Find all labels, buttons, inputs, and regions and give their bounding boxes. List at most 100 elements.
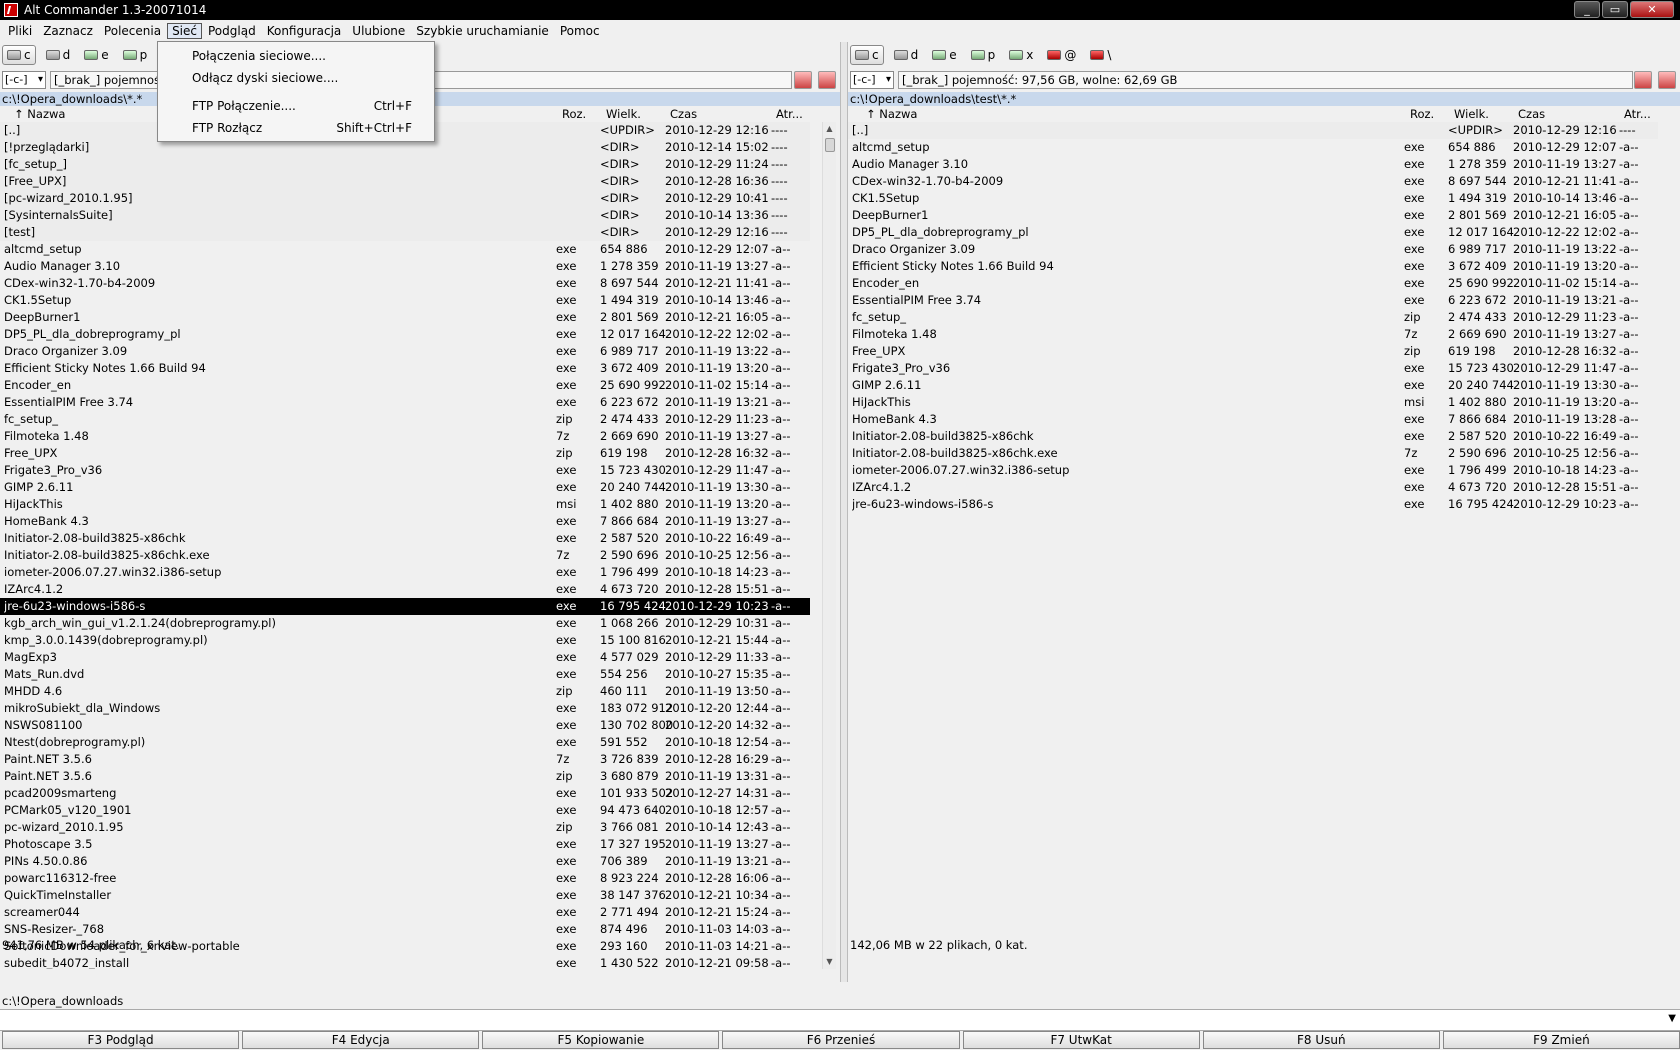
file-row[interactable]: jre-6u23-windows-i586-s exe 16 795 424 2010… [0, 598, 810, 615]
file-row[interactable]: altcmd_setup exe 654 886 2010-12-29 12:07 -a… [0, 241, 810, 258]
file-row[interactable]: kmp_3.0.0.1439(dobreprogramy.pl) exe 15 10… [0, 632, 810, 649]
file-row[interactable]: Free_UPX zip 619 198 2010-12-28 16:32 -a-- [848, 343, 1658, 360]
file-row[interactable]: HiJackThis msi 1 402 880 2010-11-19 13:20 -a… [0, 496, 810, 513]
column-attr-header[interactable]: Atr... [1624, 107, 1651, 121]
file-row[interactable]: Encoder_en exe 25 690 992 2010-11-02 15:14-… [848, 275, 1658, 292]
drive-button-6[interactable]: \ [1086, 45, 1115, 65]
file-row[interactable]: [fc_setup_] <DIR> 2010-12-29 11:24 ---- [0, 156, 810, 173]
file-row[interactable]: kgb_arch_win_gui_v1.2.1.24(dobreprogramy… [0, 615, 810, 632]
file-row[interactable]: EssentialPIM Free 3.74 exe 6 223 672 2010-1… [0, 394, 810, 411]
file-row[interactable]: [pc-wizard_2010.1.95] <DIR> 2010-12-29 10:… [0, 190, 810, 207]
drive-button-3[interactable]: p [967, 45, 1000, 65]
drive-button-3[interactable]: p [119, 45, 152, 65]
file-row[interactable]: NSWS081100 exe 130 702 800 2010-12-20 14:32… [0, 717, 810, 734]
file-row[interactable]: HomeBank 4.3 exe 7 866 684 2010-11-19 13:27… [0, 513, 810, 530]
file-row[interactable]: pcad2009smarteng exe 101 933 502 2010-12-27… [0, 785, 810, 802]
column-size-header[interactable]: Wielk. [606, 107, 641, 121]
file-row[interactable]: [SysinternalsSuite] <DIR> 2010-10-14 13:36… [0, 207, 810, 224]
file-row[interactable]: Initiator-2.08-build3825-x86chk.exe 7z 2 5… [848, 445, 1658, 462]
file-row[interactable]: Frigate3_Pro_v36 exe 15 723 430 2010-12-29 … [0, 462, 810, 479]
menu-4[interactable]: Podgląd [203, 23, 261, 39]
file-row[interactable]: iometer-2006.07.27.win32.i386-setup exe 1 … [0, 564, 810, 581]
file-row[interactable]: [Free_UPX] <DIR> 2010-12-28 16:36 ---- [0, 173, 810, 190]
column-name-header[interactable]: ↑ Nazwa [866, 107, 917, 121]
file-row[interactable]: IZArc4.1.2 exe 4 673 720 2010-12-28 15:51 -a… [848, 479, 1658, 496]
file-row[interactable]: CDex-win32-1.70-b4-2009 exe 8 697 544 2010-… [848, 173, 1658, 190]
file-row[interactable]: Initiator-2.08-build3825-x86chk exe 2 587 … [0, 530, 810, 547]
menu-0[interactable]: Pliki [3, 23, 37, 39]
file-row[interactable]: Filmoteka 1.48 7z 2 669 690 2010-11-19 13:2… [848, 326, 1658, 343]
left-file-list[interactable]: ▲ ▼ [..] <UPDIR> 2010-12-29 12:16 ---- [!prz… [0, 122, 840, 969]
file-row[interactable]: [..] <UPDIR> 2010-12-29 12:16 ---- [848, 122, 1658, 139]
file-row[interactable]: PINs 4.50.0.86 exe 706 389 2010-11-19 13:21… [0, 853, 810, 870]
menu-3[interactable]: Sieć [167, 23, 202, 39]
drive-button-0[interactable]: c [850, 45, 884, 65]
menu-1[interactable]: Zaznacz [38, 23, 98, 39]
file-row[interactable]: fc_setup_ zip 2 474 433 2010-12-29 11:23 -a-… [848, 309, 1658, 326]
right-file-list[interactable]: [..] <UPDIR> 2010-12-29 12:16 ---- altcmd_se… [848, 122, 1680, 969]
file-row[interactable]: CK1.5Setup exe 1 494 319 2010-10-14 13:46 -a… [848, 190, 1658, 207]
file-row[interactable]: Photoscape 3.5 exe 17 327 195 2010-11-19 13… [0, 836, 810, 853]
column-ext-header[interactable]: Roz. [1410, 107, 1434, 121]
left-scrollbar[interactable]: ▲ ▼ [822, 122, 836, 969]
menu-8[interactable]: Pomoc [555, 23, 605, 39]
menu-item-ftp-disconnect[interactable]: FTP Rozłącz Shift+Ctrl+F [158, 117, 434, 139]
file-row[interactable]: CDex-win32-1.70-b4-2009 exe 8 697 544 2010-… [0, 275, 810, 292]
file-row[interactable]: HomeBank 4.3 exe 7 866 684 2010-11-19 13:28… [848, 411, 1658, 428]
menu-5[interactable]: Konfiguracja [262, 23, 347, 39]
right-root-button[interactable] [1634, 71, 1652, 89]
fkey-button-6[interactable]: F6 Przenieś [722, 1031, 960, 1049]
file-row[interactable]: DeepBurner1 exe 2 801 569 2010-12-21 16:05-… [0, 309, 810, 326]
file-row[interactable]: Free_UPX zip 619 198 2010-12-28 16:32 -a-- [0, 445, 810, 462]
drive-button-2[interactable]: e [80, 45, 112, 65]
fkey-button-3[interactable]: F3 Podgląd [2, 1031, 240, 1049]
file-row[interactable]: Efficient Sticky Notes 1.66 Build 94 exe 3… [0, 360, 810, 377]
fkey-button-4[interactable]: F4 Edycja [242, 1031, 480, 1049]
chevron-down-icon[interactable]: ▼ [1668, 1013, 1676, 1024]
file-row[interactable]: MHDD 4.6 zip 460 111 2010-11-19 13:50 -a-- [0, 683, 810, 700]
menu-item-disconnect-network-drives[interactable]: Odłącz dyski sieciowe.... [158, 67, 434, 89]
menu-item-network-connections[interactable]: Połączenia sieciowe.... [158, 45, 434, 67]
file-row[interactable]: HiJackThis msi 1 402 880 2010-11-19 13:20 -a… [848, 394, 1658, 411]
file-row[interactable]: powarc116312-free exe 8 923 224 2010-12-28 … [0, 870, 810, 887]
right-drive-combo[interactable]: [-c-] [850, 71, 894, 89]
fkey-button-8[interactable]: F8 Usuń [1202, 1031, 1440, 1049]
menu-item-ftp-connect[interactable]: FTP Połączenie.... Ctrl+F [158, 95, 434, 117]
menu-7[interactable]: Szybkie uruchamianie [411, 23, 554, 39]
file-row[interactable]: Frigate3_Pro_v36 exe 15 723 430 2010-12-29 … [848, 360, 1658, 377]
file-row[interactable]: Initiator-2.08-build3825-x86chk exe 2 587 … [848, 428, 1658, 445]
menu-6[interactable]: Ulubione [347, 23, 410, 39]
file-row[interactable]: Initiator-2.08-build3825-x86chk.exe 7z 2 5… [0, 547, 810, 564]
file-row[interactable]: pc-wizard_2010.1.95 zip 3 766 081 2010-10-1… [0, 819, 810, 836]
fkey-button-9[interactable]: F9 Zmień [1442, 1031, 1680, 1049]
file-row[interactable]: Efficient Sticky Notes 1.66 Build 94 exe 3… [848, 258, 1658, 275]
left-drive-combo[interactable]: [-c-] [2, 71, 46, 89]
scroll-down-icon[interactable]: ▼ [823, 955, 836, 969]
file-row[interactable]: Draco Organizer 3.09 exe 6 989 717 2010-11-… [0, 343, 810, 360]
file-row[interactable]: Draco Organizer 3.09 exe 6 989 717 2010-11-… [848, 241, 1658, 258]
file-row[interactable]: Encoder_en exe 25 690 992 2010-11-02 15:14-… [0, 377, 810, 394]
file-row[interactable]: PCMark05_v120_1901 exe 94 473 640 2010-10-1… [0, 802, 810, 819]
file-row[interactable]: iometer-2006.07.27.win32.i386-setup exe 1 … [848, 462, 1658, 479]
drive-button-0[interactable]: c [2, 45, 36, 65]
drive-button-2[interactable]: e [928, 45, 960, 65]
file-row[interactable]: altcmd_setup exe 654 886 2010-12-29 12:07 -a… [848, 139, 1658, 156]
file-row[interactable]: IZArc4.1.2 exe 4 673 720 2010-12-28 15:51 -a… [0, 581, 810, 598]
drive-button-1[interactable]: d [42, 45, 75, 65]
file-row[interactable]: Audio Manager 3.10 exe 1 278 359 2010-11-19… [848, 156, 1658, 173]
column-time-header[interactable]: Czas [670, 107, 697, 121]
file-row[interactable]: Ntest(dobreprogramy.pl) exe 591 552 2010-10… [0, 734, 810, 751]
file-row[interactable]: Mats_Run.dvd exe 554 256 2010-10-27 15:35 -a… [0, 666, 810, 683]
file-row[interactable]: [test] <DIR> 2010-12-29 12:16 ---- [0, 224, 810, 241]
command-line-input[interactable]: ▼ [0, 1009, 1680, 1031]
file-row[interactable]: QuickTimeInstaller exe 38 147 376 2010-12-2… [0, 887, 810, 904]
column-size-header[interactable]: Wielk. [1454, 107, 1489, 121]
file-row[interactable]: CK1.5Setup exe 1 494 319 2010-10-14 13:46 -a… [0, 292, 810, 309]
drive-button-4[interactable]: x [1005, 45, 1037, 65]
left-root-button[interactable] [794, 71, 812, 89]
scroll-up-icon[interactable]: ▲ [823, 122, 836, 136]
file-row[interactable]: jre-6u23-windows-i586-s exe 16 795 424 2010… [848, 496, 1658, 513]
fkey-button-5[interactable]: F5 Kopiowanie [482, 1031, 720, 1049]
maximize-button[interactable]: ▭ [1602, 1, 1628, 18]
panel-splitter[interactable] [840, 42, 848, 982]
